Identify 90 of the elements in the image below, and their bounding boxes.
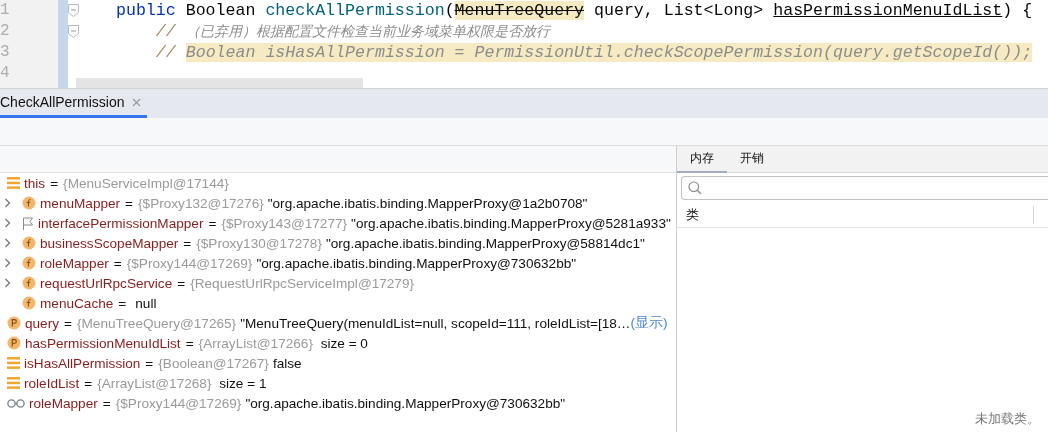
code-text: ) { [1002,1,1033,20]
caret-right-icon[interactable] [4,197,11,208]
variable-name: roleMapper [29,395,98,411]
line-number: 3 [0,42,11,63]
code-text: hasPermissionMenuIdList [773,1,1003,20]
code-text: query, List<Long> [593,1,765,20]
variable-row[interactable]: menuMapper = {$Proxy132@17276} "org.apache.ibatis.binding.MapperProxy@1a2b0708" [0,193,676,213]
variable-type: {MenuTreeQuery@17265} [76,315,237,331]
show-link[interactable]: (显示) [630,314,668,332]
equals-sign: = [102,395,111,411]
equals-sign: = [84,375,93,391]
search-icon [688,181,702,195]
caret-right-icon[interactable] [4,277,11,288]
line-number: 2 [0,21,11,42]
variable-name: businessScopeMapper [40,235,179,251]
glasses-icon [7,398,25,408]
panel-tab[interactable]: 开销 [727,146,777,173]
equals-sign: = [208,215,217,231]
parameter-icon [7,336,21,350]
parameter-icon [7,316,21,330]
variable-name: interfacePermissionMapper [38,215,204,231]
variable-type: {$Proxy144@17269} [115,395,242,411]
variable-name: requestUrlRpcService [40,275,173,291]
equals-sign: = [64,315,72,331]
variable-name: menuMapper [40,195,121,211]
empty-message: 未加载类。 [975,410,1040,428]
variable-type: {ArrayList@17268} [97,375,212,391]
column-header[interactable]: 类 [677,206,1034,224]
variable-type: {MenuServiceImpl@17144} [63,175,229,191]
variable-name: this [24,175,46,191]
variable-row[interactable]: roleMapper = {$Proxy144@17269} "org.apache.ibatis.binding.MapperProxy@730632bb" [0,393,676,413]
caret-right-icon[interactable] [4,257,11,268]
equals-sign: = [118,295,127,311]
field-icon [22,236,36,250]
equals-sign: = [145,355,154,371]
code-text: ( [444,1,455,20]
field-icon [22,276,36,290]
variable-row[interactable]: hasPermissionMenuIdList = {ArrayList@17266} size = 0 [0,333,676,353]
caret-right-icon[interactable] [4,237,11,248]
code-text: // [154,22,177,41]
variable-name: query [25,315,59,331]
equals-sign: = [177,275,186,291]
variable-type: {Boolean@17267} [158,355,269,371]
equals-sign: = [183,235,192,251]
field-icon [22,256,36,270]
variable-name: roleIdList [24,375,80,391]
fold-icon[interactable] [68,4,79,17]
close-icon[interactable] [132,97,142,107]
variable-row[interactable]: interfacePermissionMapper = {$Proxy143@17277} "org.apache.ibatis.binding.MapperProxy@5281a933" [0,213,676,233]
field-icon [22,296,36,310]
equals-sign: = [125,195,134,211]
equals-sign: = [113,255,122,271]
variable-type: {ArrayList@17266} [198,335,313,351]
variable-row[interactable]: menuCache = null [0,293,676,313]
line-number: 4 [0,63,11,84]
variable-row[interactable]: businessScopeMapper = {$Proxy130@17278} "org.apache.ibatis.binding.MapperProxy@58814dc1" [0,233,676,253]
variable-type: {$Proxy132@17276} [138,195,264,211]
variable-type: {RequestUrlRpcServiceImpl@17279} [190,275,415,291]
variable-row[interactable]: roleIdList = {ArrayList@17268} size = 1 [0,373,676,393]
variable-type: {$Proxy144@17269} [126,255,253,271]
code-text: public [116,1,176,20]
code-text: // [154,43,177,62]
variable-name: isHasAllPermission [24,355,141,371]
code-text: checkAllPermission [265,1,445,20]
variable-row[interactable]: query = {MenuTreeQuery@17265} "MenuTreeQuery(menuIdList=null, scopeId=111, roleIdList=[18…(显示) [0,313,676,333]
panel-tab[interactable]: 内存 [677,146,727,173]
list-icon [7,177,20,189]
variable-name: hasPermissionMenuIdList [25,335,181,351]
equals-sign: = [185,335,194,351]
variable-name: menuCache [40,295,114,311]
field-icon [22,196,36,210]
equals-sign: = [50,175,59,191]
variable-row[interactable]: this = {MenuServiceImpl@17144} [0,173,676,193]
variable-type: {$Proxy130@17278} [196,235,322,251]
code-text: MenuTreeQuery [454,1,585,20]
search-field[interactable] [681,176,1048,200]
variable-row[interactable]: isHasAllPermission = {Boolean@17267} false [0,353,676,373]
list-icon [7,377,20,389]
fold-icon[interactable] [68,25,79,38]
list-icon [7,357,20,369]
code-text: Boolean isHasAllPermission = PermissionUtil.checkScopePermission(query.getScopeId()); [185,43,1033,62]
variable-name: roleMapper [40,255,109,271]
flag-icon [22,216,34,230]
code-text: （已弃用）根据配置文件检查当前业务域菜单权限是否放行 [185,23,550,39]
variable-row[interactable]: requestUrlRpcService = {RequestUrlRpcServiceImpl@17279} [0,273,676,293]
caret-right-icon[interactable] [4,217,11,228]
line-number: 1 [0,0,11,21]
code-text: Boolean [184,1,257,20]
variable-type: {$Proxy143@17277} [221,215,348,231]
variable-row[interactable]: roleMapper = {$Proxy144@17269} "org.apache.ibatis.binding.MapperProxy@730632bb" [0,253,676,273]
